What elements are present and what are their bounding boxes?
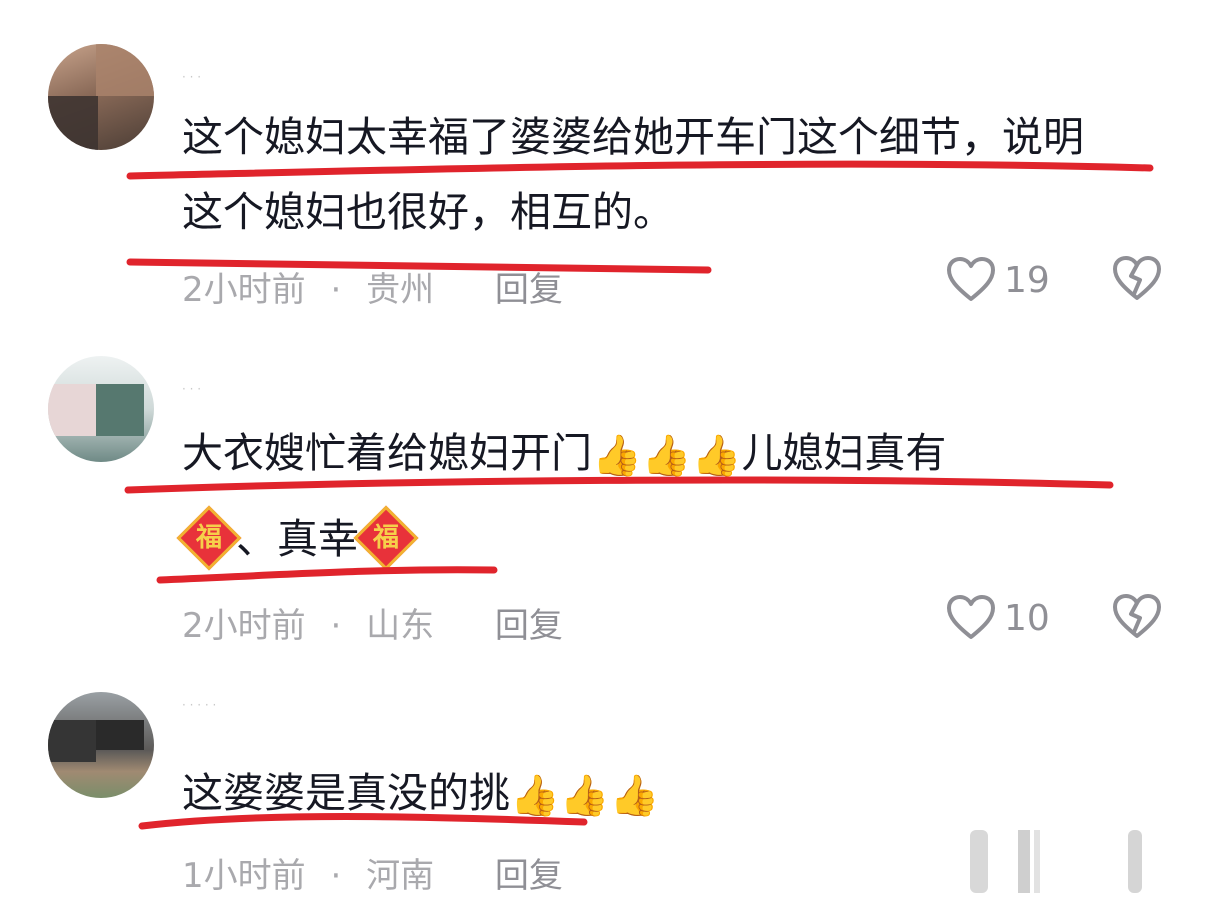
thumbs-up-icon: 👍 (559, 773, 610, 819)
thumbs-up-icon: 👍 (641, 433, 692, 479)
like-button[interactable]: 19 (946, 256, 1050, 304)
meta-separator: · (330, 856, 342, 896)
meta-separator: · (330, 270, 342, 310)
mosaic-block (96, 44, 154, 96)
broken-heart-icon (1113, 594, 1161, 638)
reply-button[interactable]: 回复 (495, 270, 563, 310)
comment-text: 福、真幸福 (176, 500, 1182, 578)
avatar[interactable] (48, 356, 154, 462)
comment-text-part: 儿媳妇真有 (741, 429, 947, 477)
comment-text: 这个媳妇太幸福了婆婆给她开车门这个细节，说明 (182, 113, 1084, 161)
fu-emoji-icon: 福 (353, 505, 419, 571)
mosaic-block (48, 720, 96, 762)
meta-separator: · (330, 606, 342, 646)
comment-meta: 1小时前 · 河南 回复 (182, 848, 563, 896)
like-count: 19 (1004, 259, 1050, 301)
reply-button[interactable]: 回复 (495, 856, 563, 896)
comment-time: 2小时前 (182, 606, 306, 646)
thumbs-up-icon: 👍 (592, 433, 642, 479)
comment-time: 2小时前 (182, 270, 306, 310)
username[interactable]: · · · (182, 70, 201, 84)
dislike-button[interactable] (1112, 256, 1162, 304)
mosaic-block (48, 96, 98, 150)
comment-text-part: 大衣嫂忙着给媳妇开门 (182, 429, 592, 477)
mosaic-block (48, 384, 96, 436)
fu-emoji-icon: 福 (176, 505, 242, 571)
watermark-logo (970, 830, 1142, 893)
mosaic-block (96, 720, 144, 750)
heart-outline-icon (947, 257, 995, 301)
comment-location: 河南 (366, 856, 435, 896)
username[interactable]: · · · (182, 382, 201, 396)
comment-text-part: 这婆婆是真没的挑 (182, 769, 510, 817)
thumbs-up-icon: 👍 (609, 773, 660, 819)
comment-location: 贵州 (366, 270, 435, 310)
thumbs-up-icon: 👍 (691, 433, 742, 479)
comment-meta: 2小时前 · 贵州 回复 (182, 262, 563, 310)
comment-meta: 2小时前 · 山东 回复 (182, 598, 563, 646)
comment-time: 1小时前 (182, 856, 306, 896)
thumbs-up-icon: 👍 (510, 773, 560, 819)
avatar[interactable] (48, 692, 154, 798)
comment-location: 山东 (366, 606, 435, 646)
heart-outline-icon (947, 595, 995, 639)
username[interactable]: · · · · · (182, 698, 216, 712)
comment-text-part: 、真幸 (236, 515, 359, 563)
reply-button[interactable]: 回复 (495, 606, 563, 646)
comment-text: 这个媳妇也很好，相互的。 (182, 188, 674, 236)
avatar[interactable] (48, 44, 154, 150)
like-count: 10 (1004, 597, 1050, 639)
like-button[interactable]: 10 (946, 594, 1050, 642)
mosaic-block (96, 384, 144, 436)
dislike-button[interactable] (1112, 594, 1162, 642)
broken-heart-icon (1113, 256, 1161, 300)
comment-text: 大衣嫂忙着给媳妇开门👍👍👍儿媳妇真有 (182, 414, 1182, 492)
